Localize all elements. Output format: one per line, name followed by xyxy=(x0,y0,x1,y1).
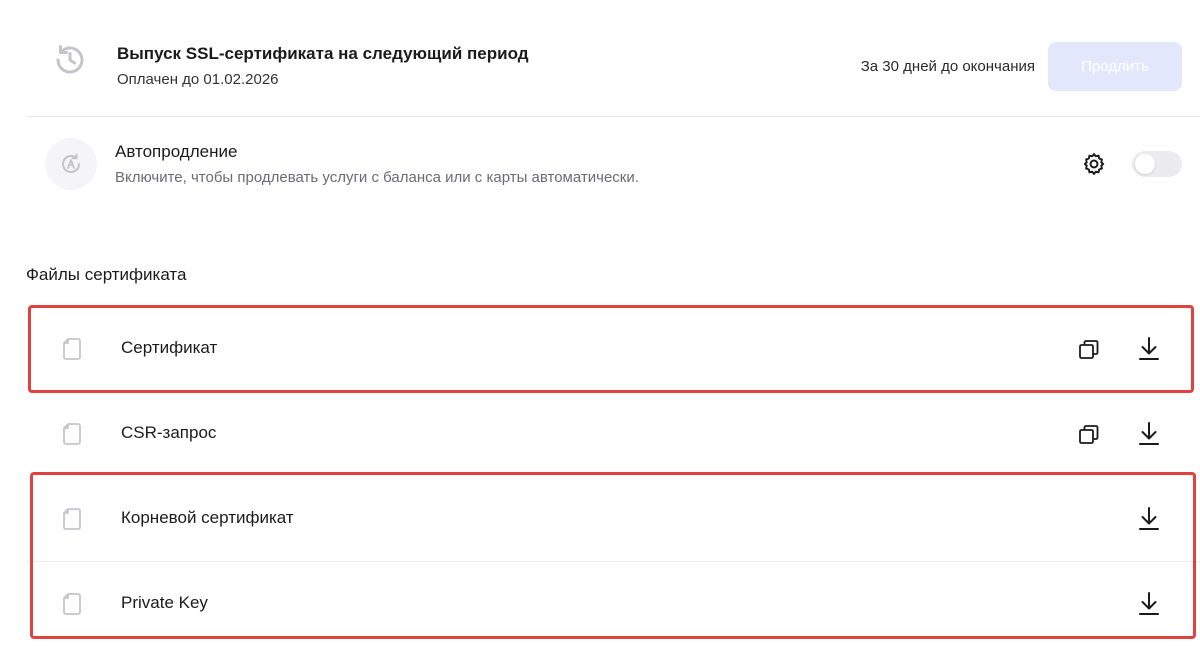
highlight-frame-certificate xyxy=(28,305,1194,393)
file-icon xyxy=(62,422,82,446)
auto-renew-icon xyxy=(45,138,97,190)
autorenew-title: Автопродление xyxy=(115,142,238,161)
gear-icon[interactable] xyxy=(1081,151,1107,177)
download-icon[interactable] xyxy=(1137,420,1161,448)
file-name: CSR-запрос xyxy=(121,423,217,442)
renewal-timing-note: За 30 дней до окончания xyxy=(860,58,1035,75)
highlight-frame-root-and-key xyxy=(30,472,1196,639)
section-divider xyxy=(26,116,1200,117)
autorenew-toggle[interactable] xyxy=(1132,151,1182,177)
paid-until-text: Оплачен до 01.02.2026 xyxy=(117,71,279,88)
files-heading: Файлы сертификата xyxy=(26,265,187,284)
toggle-knob xyxy=(1135,154,1155,174)
file-row-csr: CSR-запрос xyxy=(26,392,1200,477)
autorenew-description: Включите, чтобы продлевать услуги с бала… xyxy=(115,169,639,186)
history-clock-icon xyxy=(50,40,90,80)
renew-button[interactable]: Продлить xyxy=(1048,42,1182,91)
copy-icon[interactable] xyxy=(1076,422,1102,448)
renewal-title: Выпуск SSL-сертификата на следующий пери… xyxy=(117,44,529,63)
